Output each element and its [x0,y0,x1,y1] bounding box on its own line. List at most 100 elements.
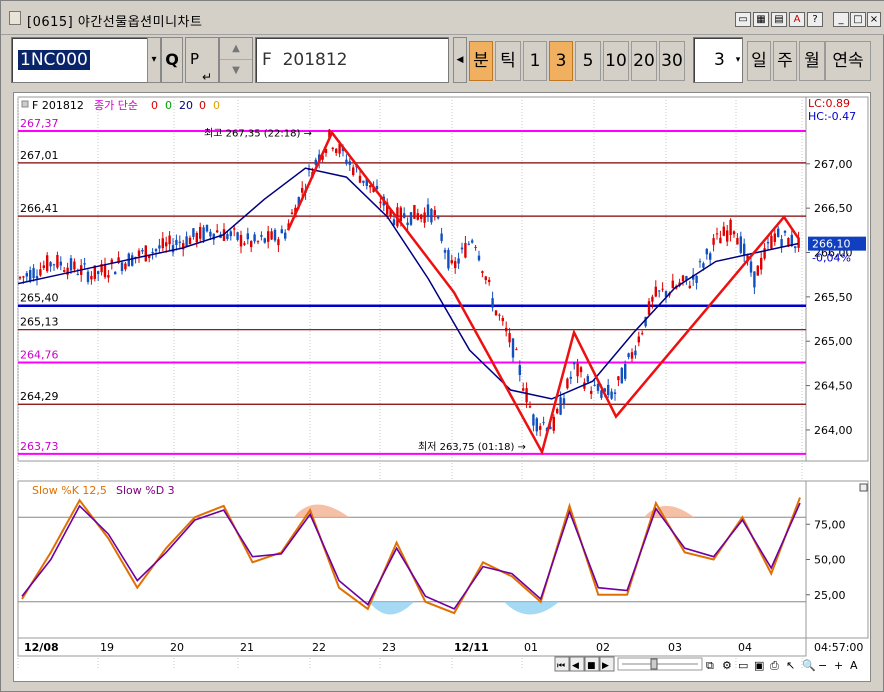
candle-body [284,232,287,239]
candle-body [158,245,161,249]
candle-body [120,262,124,272]
candle-body [766,242,770,244]
candle-body [430,208,433,223]
date-label: 02 [596,641,610,654]
period-button-5[interactable]: 10 [603,41,629,81]
unit-button-1[interactable]: 주 [773,41,797,81]
period-button-3[interactable]: 3 [549,41,573,81]
date-label: 01 [524,641,538,654]
p-button[interactable]: P ↵ [185,37,219,84]
close-button[interactable]: × [867,12,881,27]
candle-body [233,228,236,230]
level-label: 265,13 [20,316,59,329]
candle-body [569,376,572,379]
candle-body [637,336,640,343]
candle-body [131,255,134,266]
candle-body [556,408,559,414]
lc-label: LC:0.89 [808,97,850,110]
code-dropdown-button[interactable]: ▾ [147,37,161,83]
date-label: 20 [170,641,184,654]
candle-body [681,275,685,282]
candle-body [647,301,651,315]
date-label: 12/08 [24,641,59,654]
chevron-down-icon[interactable]: ▾ [731,37,745,83]
chart-area[interactable]: 267,00 266,50 266,00 265,50 265,00 264,50 264,… [13,92,871,682]
candle-body [620,367,623,384]
candle-body [617,376,620,381]
period-button-1[interactable]: 틱 [495,41,521,81]
search-icon[interactable]: Q [161,37,183,83]
price-axis-label: 264,00 [814,424,853,437]
period-button-6[interactable]: 20 [631,41,657,81]
candle-body [114,271,117,275]
candle-body [729,219,732,235]
current-change: -0,04% [812,252,851,265]
contract-name: F 201812 [262,50,348,70]
candle-body [18,276,22,279]
app-window: [0615] 야간선물옵션미니차트 ▭ ▦ ▤ A ? _ □ × 1NC000… [0,0,884,692]
candle-body [715,233,719,235]
candle-body [379,201,382,204]
candle-body [508,333,511,343]
legend-box-icon [21,100,29,108]
candle-body [726,230,729,242]
candle-body [335,148,338,153]
legend-ma-1: 0 [165,99,172,112]
unit-button-0[interactable]: 일 [747,41,771,81]
help-icon[interactable]: ? [807,12,823,27]
candle-body [263,238,266,243]
date-label: 19 [100,641,114,654]
font-size-icon[interactable]: A [789,12,805,27]
chart-canvas[interactable]: 267,00266,50266,00265,50265,00264,50264,… [14,93,872,683]
candle-body [610,391,613,399]
minimize-button[interactable]: _ [833,12,849,27]
scroll-left-button[interactable]: ◀ [453,37,467,83]
candle-body [178,241,181,243]
candle-body [760,257,763,270]
candle-body [654,286,657,297]
grid-icon[interactable]: ▦ [753,12,769,27]
candle-body [229,231,232,237]
candle-body [695,275,698,283]
maximize-button[interactable]: □ [850,12,866,27]
unit-button-3[interactable]: 연속 [825,41,871,81]
candle-body [144,245,147,262]
candle-body [732,231,736,235]
candle-body [273,229,277,241]
chart-settings-icon[interactable]: ▤ [771,12,787,27]
candle-body [151,251,154,254]
time-label: 04:57:00 [814,641,863,654]
candle-body [345,159,348,164]
candle-body [756,265,759,276]
spin-down-button[interactable]: ▼ [220,60,252,82]
candle-body [420,214,423,219]
candle-body [154,249,158,252]
stop-icon-glyph: ■ [587,661,596,671]
date-label: 22 [312,641,326,654]
candle-body [52,264,56,266]
window-app-icon [9,11,21,25]
candle-body [409,212,413,225]
period-button-2[interactable]: 1 [523,41,547,81]
candle-body [83,263,86,265]
unit-button-2[interactable]: 월 [799,41,825,81]
candle-body [433,210,436,216]
candle-body [579,367,583,373]
candle-body [559,397,562,415]
candle-body [518,365,521,375]
candle-body [658,290,661,292]
candle-body [280,229,283,234]
link-window-icon[interactable]: ▭ [735,12,751,27]
period-button-7[interactable]: 30 [659,41,685,81]
candle-body [702,263,705,268]
zoom-icon: 🔍 [802,658,816,672]
candle-body [239,234,243,247]
period-button-0[interactable]: 분 [469,41,493,81]
spin-up-button[interactable]: ▲ [220,38,252,60]
candle-body [661,288,664,290]
candle-body [590,390,593,394]
code-input[interactable]: 1NC000 [11,37,151,83]
period-button-4[interactable]: 5 [575,41,601,81]
candle-body [69,258,73,271]
stoch-axis-label: 75,00 [814,518,846,531]
